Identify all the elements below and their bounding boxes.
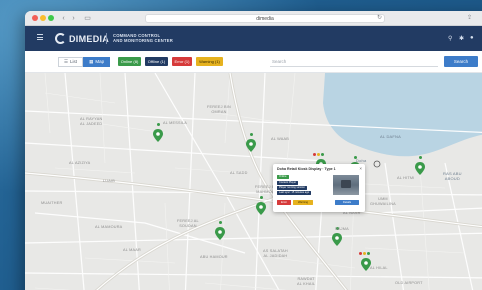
pin-status-dot	[250, 133, 253, 136]
pin-status-dot	[419, 156, 422, 159]
view-toggle: ☰ List ▦ Map	[58, 57, 111, 67]
logo: DIMEDIA	[55, 32, 109, 45]
popup-detail-tag: Player running version	[277, 186, 307, 190]
map-area-label: RAWDAT AL KHAIL	[297, 277, 316, 286]
close-icon[interactable]: ×	[359, 166, 362, 171]
header-divider	[106, 33, 107, 44]
map-area-label: FEREEJ BIN OMRAN	[207, 105, 231, 114]
pin-status-dot	[157, 123, 160, 126]
browser-window: ‹ › ▭ dimedia ↻ ⇪ DIMEDIA COMMAND CONTRO…	[25, 11, 482, 290]
popup-warning-button[interactable]: Warning	[293, 200, 313, 205]
status-filter-offline[interactable]: Offline (1)	[145, 57, 168, 66]
chevron-right-icon[interactable]: ›	[69, 14, 78, 23]
minimize-window-button[interactable]	[40, 15, 46, 21]
pin-multi-status	[359, 252, 370, 255]
map-area-label: AL HILAL	[370, 266, 388, 270]
map-area-label: Doha	[356, 158, 367, 163]
pin-status-dot	[219, 221, 222, 224]
user-icon[interactable]: ●	[470, 35, 474, 41]
list-icon: ☰	[64, 59, 69, 64]
map-area-label: AL SADD	[230, 171, 248, 175]
pin-status-dot	[260, 196, 263, 199]
map-area-label: AL DAFNA	[380, 134, 402, 139]
list-view-button[interactable]: ☰ List	[58, 57, 84, 67]
map-area-label: AL MESSILA	[163, 121, 188, 125]
sidebar-toggle-icon[interactable]: ▭	[83, 14, 92, 23]
status-filter-warning[interactable]: Warning (1)	[196, 57, 223, 66]
map-view-label: Map	[95, 59, 105, 64]
pin-multi-status	[313, 153, 324, 156]
app-title-line2: AND MONITORING CENTER	[113, 38, 173, 44]
popup-error-button[interactable]: Error	[277, 200, 291, 205]
map-area-label: AL HITMI	[397, 176, 415, 180]
map-icon: ▦	[89, 59, 94, 64]
map-area-label: LUAIB	[103, 179, 115, 183]
map-area-label: AL AZIZIYA	[69, 161, 91, 165]
popup-detail-tag: Content Player	[277, 181, 299, 185]
logo-mark-icon	[55, 33, 66, 44]
map-area-label: RAS ABU ABOUD	[443, 171, 462, 181]
search-icon[interactable]: ⚲	[448, 35, 452, 42]
map-area-label: MUAITHER	[41, 201, 63, 205]
app-title: COMMAND CONTROL AND MONITORING CENTER	[113, 33, 233, 43]
search-button[interactable]: Search	[444, 56, 478, 67]
map-view-button[interactable]: ▦ Map	[83, 57, 111, 67]
map-area-label: AS SALATAH AL JADIDAH	[263, 249, 288, 258]
map-area-label: AL MAMOURA	[95, 225, 123, 229]
popup-details-button[interactable]: Details	[335, 200, 359, 205]
map-area-label: NAJMA	[335, 227, 349, 231]
hamburger-menu-icon[interactable]	[37, 34, 43, 42]
map-area-label: OLD AIRPORT	[395, 281, 423, 285]
reload-icon[interactable]: ↻	[377, 14, 382, 21]
toolbar: ☰ List ▦ Map Online (8) Offline (1) Erro…	[25, 51, 482, 73]
status-filter-online[interactable]: Online (8)	[118, 57, 141, 66]
app-header: DIMEDIA COMMAND CONTROL AND MONITORING C…	[25, 26, 482, 51]
device-popup: Doha Retail Kiosk Display · Type 1 × Onl…	[273, 164, 365, 212]
map-area-label: AL WAAB	[271, 137, 289, 141]
browser-chrome: ‹ › ▭ dimedia ↻ ⇪	[25, 11, 482, 26]
map-area-label: AL RAYYAN AL JADEED	[80, 117, 103, 126]
map-view[interactable]: AL RAYYAN AL JADEED AL MESSILA FEREEJ BIN…	[25, 73, 482, 290]
list-view-label: List	[70, 59, 78, 64]
url-bar[interactable]: dimedia	[145, 14, 385, 23]
popup-online-tag: Online	[277, 175, 289, 179]
gear-icon[interactable]: ✱	[459, 35, 464, 42]
logo-text: DIMEDIA	[69, 33, 110, 44]
close-window-button[interactable]	[32, 15, 38, 21]
status-filter-error[interactable]: Error (1)	[172, 57, 192, 66]
map-area-label: ABU HAMOUR	[200, 255, 228, 259]
popup-title: Doha Retail Kiosk Display · Type 1	[277, 167, 336, 171]
map-area-label: UMM GHUWAILINA	[370, 197, 396, 206]
maximize-window-button[interactable]	[48, 15, 54, 21]
map-area-label: AL MAAR	[123, 248, 141, 252]
popup-detail-tag: Last sync: 15 minutes ago	[277, 191, 312, 195]
search-input[interactable]	[270, 56, 438, 67]
share-icon[interactable]: ⇪	[467, 14, 472, 21]
map-canvas	[25, 73, 482, 290]
chevron-left-icon[interactable]: ‹	[59, 14, 68, 23]
device-thumbnail	[333, 175, 359, 195]
map-area-label: FEREEJ AL SOUDAN	[177, 219, 199, 228]
